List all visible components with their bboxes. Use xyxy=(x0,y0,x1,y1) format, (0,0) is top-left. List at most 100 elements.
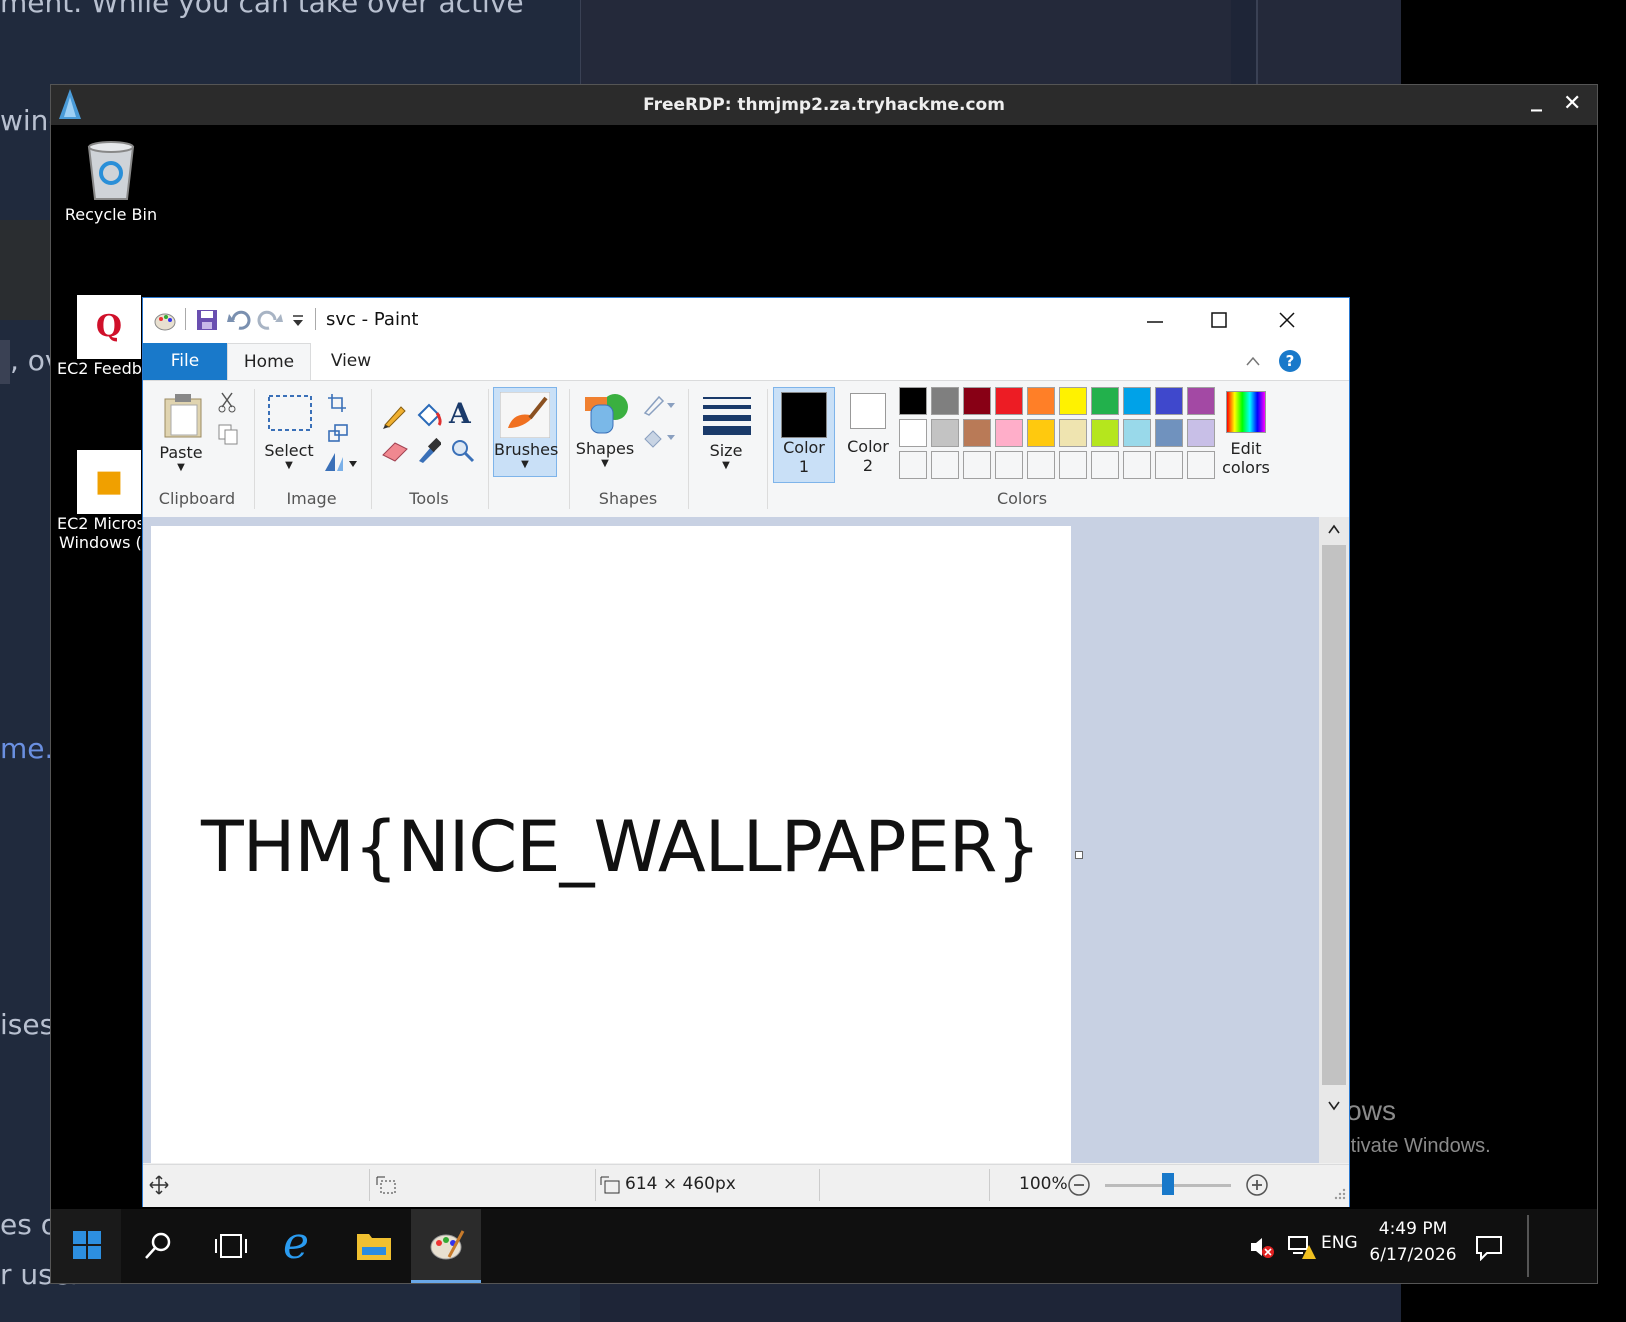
desktop-icon-ec2-feedback[interactable]: Q EC2 Feedb xyxy=(51,295,141,378)
task-view-button[interactable] xyxy=(195,1209,265,1283)
palette-empty-swatch[interactable] xyxy=(1091,451,1119,479)
palette-swatch[interactable] xyxy=(1187,387,1215,415)
file-explorer-button[interactable] xyxy=(339,1209,409,1283)
crop-icon[interactable] xyxy=(327,393,347,413)
resize-grip-icon[interactable] xyxy=(1333,1187,1347,1201)
internet-explorer-button[interactable]: e xyxy=(267,1209,337,1283)
palette-swatch[interactable] xyxy=(1187,419,1215,447)
palette-empty-swatch[interactable] xyxy=(899,451,927,479)
outline-icon[interactable] xyxy=(641,393,677,417)
paste-button[interactable]: Paste ▼ xyxy=(151,389,211,477)
color2-button[interactable]: Color 2 xyxy=(837,387,899,483)
zoom-slider-thumb[interactable] xyxy=(1162,1173,1174,1195)
palette-swatch[interactable] xyxy=(995,387,1023,415)
drawing-canvas[interactable]: THM{NICE_WALLPAPER} xyxy=(151,526,1071,1163)
shapes-icon xyxy=(585,394,628,434)
vertical-scrollbar[interactable] xyxy=(1319,517,1349,1163)
cut-icon[interactable] xyxy=(217,391,237,413)
palette-swatch[interactable] xyxy=(1155,419,1183,447)
palette-empty-swatch[interactable] xyxy=(1187,451,1215,479)
customize-qat-icon[interactable] xyxy=(291,314,305,328)
action-center-icon[interactable] xyxy=(1475,1235,1503,1261)
recycle-bin-icon xyxy=(87,141,135,200)
copy-icon[interactable] xyxy=(217,423,239,445)
color1-number: 1 xyxy=(798,457,810,476)
show-desktop-divider[interactable] xyxy=(1527,1215,1529,1277)
zoom-in-icon[interactable] xyxy=(1245,1173,1269,1197)
palette-swatch[interactable] xyxy=(931,387,959,415)
close-icon[interactable] xyxy=(1277,310,1297,330)
palette-swatch[interactable] xyxy=(931,419,959,447)
palette-swatch[interactable] xyxy=(1027,387,1055,415)
minimize-icon[interactable] xyxy=(1145,312,1165,332)
scroll-down-icon[interactable] xyxy=(1327,1099,1341,1111)
pencil-icon[interactable] xyxy=(381,403,407,429)
paint-taskbar-button[interactable] xyxy=(411,1209,481,1283)
color-picker-icon[interactable] xyxy=(415,437,441,465)
rdp-close-button[interactable]: ✕ xyxy=(1563,91,1581,116)
palette-swatch[interactable] xyxy=(1027,419,1055,447)
collapse-ribbon-icon[interactable] xyxy=(1245,354,1261,368)
palette-swatch[interactable] xyxy=(1123,387,1151,415)
palette-swatch[interactable] xyxy=(963,419,991,447)
palette-empty-swatch[interactable] xyxy=(1123,451,1151,479)
desktop-icon-ec2-microsoft[interactable]: ■ EC2 Micros Windows ( xyxy=(51,450,141,552)
paint-titlebar[interactable] xyxy=(143,298,1349,342)
undo-icon[interactable] xyxy=(227,308,251,332)
palette-swatch[interactable] xyxy=(995,419,1023,447)
image-size-icon xyxy=(600,1176,620,1194)
palette-swatch[interactable] xyxy=(899,387,927,415)
desktop-icon-recycle-bin[interactable]: Recycle Bin xyxy=(55,137,167,224)
rotate-icon[interactable] xyxy=(323,451,359,475)
help-icon[interactable]: ? xyxy=(1279,350,1301,372)
maximize-icon[interactable] xyxy=(1209,310,1229,330)
color-spectrum-icon xyxy=(1226,391,1266,433)
scroll-up-icon[interactable] xyxy=(1327,523,1341,535)
palette-swatch[interactable] xyxy=(1059,419,1087,447)
palette-swatch[interactable] xyxy=(899,419,927,447)
magnifier-icon[interactable] xyxy=(449,437,475,465)
network-warning-icon[interactable] xyxy=(1287,1233,1317,1261)
size-button[interactable]: Size ▼ xyxy=(695,389,757,477)
edit-colors-button[interactable]: Edit colors xyxy=(1219,387,1273,483)
palette-swatch[interactable] xyxy=(1155,387,1183,415)
palette-empty-swatch[interactable] xyxy=(1059,451,1087,479)
palette-swatch[interactable] xyxy=(963,387,991,415)
image-group-label: Image xyxy=(286,489,337,508)
palette-empty-swatch[interactable] xyxy=(931,451,959,479)
clock[interactable]: 4:49 PM 6/17/2026 xyxy=(1363,1219,1463,1265)
save-icon[interactable] xyxy=(195,308,219,332)
select-button[interactable]: Select ▼ xyxy=(259,389,319,477)
redo-icon[interactable] xyxy=(257,308,283,332)
fill-icon[interactable] xyxy=(415,401,443,429)
palette-empty-swatch[interactable] xyxy=(1155,451,1183,479)
palette-empty-swatch[interactable] xyxy=(995,451,1023,479)
size-dropdown-arrow-icon: ▼ xyxy=(722,460,730,471)
start-button[interactable] xyxy=(51,1209,121,1283)
rdp-titlebar[interactable]: FreeRDP: thmjmp2.za.tryhackme.com xyxy=(51,85,1597,125)
search-button[interactable] xyxy=(123,1209,193,1283)
paint-app-icon[interactable] xyxy=(153,308,179,332)
palette-swatch[interactable] xyxy=(1091,387,1119,415)
tab-file[interactable]: File xyxy=(143,343,227,380)
language-indicator[interactable]: ENG xyxy=(1321,1233,1358,1253)
canvas-resize-handle[interactable] xyxy=(1075,851,1083,859)
color1-button[interactable]: Color 1 xyxy=(773,387,835,483)
rdp-minimize-button[interactable]: _ xyxy=(1531,87,1542,112)
palette-swatch[interactable] xyxy=(1059,387,1087,415)
resize-icon[interactable] xyxy=(327,423,349,443)
palette-empty-swatch[interactable] xyxy=(963,451,991,479)
shapes-button[interactable]: Shapes ▼ xyxy=(573,389,637,477)
scrollbar-thumb[interactable] xyxy=(1322,545,1346,1085)
zoom-out-icon[interactable] xyxy=(1067,1173,1091,1197)
text-tool-icon[interactable]: A xyxy=(449,397,471,430)
shape-fill-icon[interactable] xyxy=(641,425,677,451)
brushes-button[interactable]: Brushes ▼ xyxy=(493,387,558,477)
volume-muted-icon[interactable] xyxy=(1249,1235,1275,1259)
palette-swatch[interactable] xyxy=(1123,419,1151,447)
palette-empty-swatch[interactable] xyxy=(1027,451,1055,479)
eraser-icon[interactable] xyxy=(381,439,409,463)
tab-view[interactable]: View xyxy=(315,343,387,380)
palette-swatch[interactable] xyxy=(1091,419,1119,447)
tab-home[interactable]: Home xyxy=(227,343,311,380)
